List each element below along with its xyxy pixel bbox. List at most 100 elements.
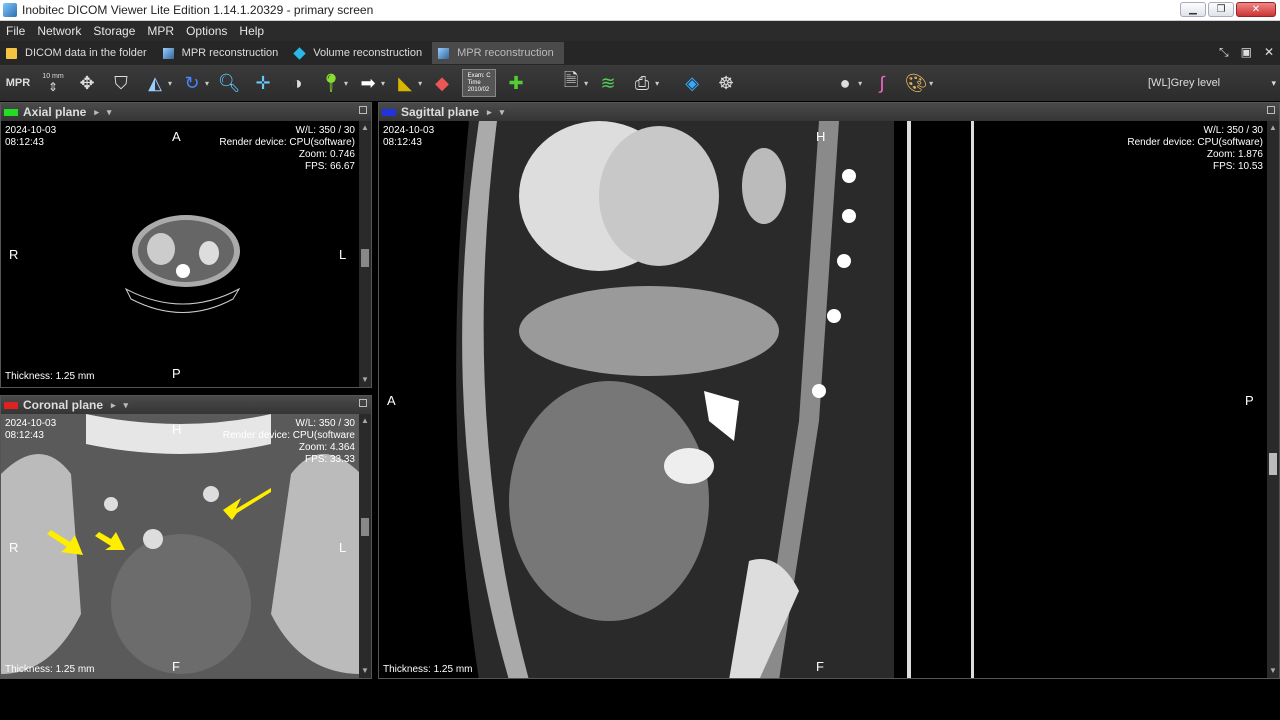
sagittal-title: Sagittal plane xyxy=(401,105,480,119)
sagittal-orient-right: P xyxy=(1245,393,1254,408)
mpr-mode-button[interactable]: MPR xyxy=(3,69,33,97)
menu-network[interactable]: Network xyxy=(31,24,87,38)
tab-label: MPR reconstruction xyxy=(181,47,279,59)
play-icon[interactable]: ▸ xyxy=(487,107,492,118)
coronal-orient-left: R xyxy=(9,540,19,555)
volume-icon xyxy=(293,46,306,60)
export-icon[interactable]: 🗎 xyxy=(557,69,585,97)
sagittal-orient-bottom: F xyxy=(816,659,824,674)
cube-icon[interactable]: ◈ xyxy=(678,69,706,97)
coronal-orient-bottom: F xyxy=(172,659,180,674)
arrow-icon[interactable]: ➡ xyxy=(354,69,382,97)
rotate-icon[interactable]: ↻ xyxy=(178,69,206,97)
curve-icon[interactable]: ∫ xyxy=(868,69,896,97)
sagittal-orient-left: A xyxy=(387,393,396,408)
axial-panel: Axial plane ▸ ▾ 2024-10-03 08:12:43 W/L: … xyxy=(0,102,372,388)
contrast-icon[interactable]: ◑ xyxy=(283,69,311,97)
tab-label: DICOM data in the folder xyxy=(25,47,147,59)
pan-icon[interactable]: ✛ xyxy=(249,69,277,97)
sagittal-thickness: Thickness: 1.25 mm xyxy=(383,664,473,675)
menu-mpr[interactable]: MPR xyxy=(141,24,180,38)
maximize-icon[interactable]: ▣ xyxy=(1241,45,1252,60)
minimize-button[interactable]: ▁ xyxy=(1180,2,1206,17)
marker-icon[interactable]: 📍︎ xyxy=(317,69,345,97)
coronal-panel: Coronal plane ▸ ▾ 2024-10-03 08:12:43 W/L… xyxy=(0,395,372,679)
play-icon[interactable]: ▸ xyxy=(111,400,116,411)
tab-mpr-reconstruction-1[interactable]: MPR reconstruction xyxy=(157,42,289,64)
puzzle-icon[interactable]: ✚ xyxy=(502,69,530,97)
tab-dicom-folder[interactable]: DICOM data in the folder xyxy=(0,42,157,64)
palette-icon[interactable]: 🎨︎ xyxy=(902,69,930,97)
menu-options[interactable]: Options xyxy=(180,24,233,38)
axial-datetime: 2024-10-03 08:12:43 xyxy=(5,125,57,148)
axial-orient-left: R xyxy=(9,247,19,262)
mpr-icon xyxy=(162,47,174,59)
coronal-orient-right: L xyxy=(339,540,347,555)
sagittal-viewport[interactable]: 2024-10-03 08:12:43 W/L: 350 / 30 Render d… xyxy=(379,121,1267,678)
crosshair-3d-icon[interactable]: ✥ xyxy=(73,69,101,97)
window-title: Inobitec DICOM Viewer Lite Edition 1.14.… xyxy=(22,3,374,17)
tab-mpr-reconstruction-2[interactable]: MPR reconstruction xyxy=(432,42,564,64)
sphere-icon[interactable]: ● xyxy=(831,69,859,97)
tab-label: Volume reconstruction xyxy=(313,47,423,59)
sagittal-info: W/L: 350 / 30 Render device: CPU(software… xyxy=(1127,125,1263,172)
chevron-down-icon[interactable]: ▾ xyxy=(107,107,112,118)
play-icon[interactable]: ▸ xyxy=(94,107,99,118)
axial-header: Axial plane ▸ ▾ xyxy=(1,103,371,121)
sagittal-scrollbar[interactable]: ▲ ▼ xyxy=(1267,121,1279,678)
close-button[interactable]: ✕ xyxy=(1236,2,1276,17)
flip-icon[interactable]: ◭ xyxy=(141,69,169,97)
ruler-icon[interactable]: ◣ xyxy=(391,69,419,97)
app-window: Inobitec DICOM Viewer Lite Edition 1.14.… xyxy=(0,0,1280,720)
maximize-icon[interactable] xyxy=(359,399,367,407)
slab-thickness-button[interactable]: 10 mm ⇕ xyxy=(39,69,67,97)
eraser-icon[interactable]: ◆ xyxy=(428,69,456,97)
chevron-down-icon[interactable]: ▾ xyxy=(500,107,505,118)
restore-button[interactable]: ❐ xyxy=(1208,2,1234,17)
coronal-orient-top: H xyxy=(172,422,182,437)
exam-info-button[interactable]: Exam: C Time 2010/02 xyxy=(462,69,497,97)
axial-orient-bottom: P xyxy=(172,366,181,381)
axial-scrollbar[interactable]: ▲ ▼ xyxy=(359,121,371,387)
menu-bar: File Network Storage MPR Options Help xyxy=(0,21,1280,41)
axial-orient-top: A xyxy=(172,129,181,144)
coronal-scrollbar[interactable]: ▲ ▼ xyxy=(359,414,371,678)
print-icon[interactable]: ⎙ xyxy=(628,69,656,97)
coronal-viewport[interactable]: 2024-10-03 08:12:43 W/L: 350 / 30 Render d… xyxy=(1,414,359,678)
close-tab-icon[interactable]: ✕ xyxy=(1264,45,1274,60)
sagittal-color-swatch xyxy=(382,108,396,116)
menu-help[interactable]: Help xyxy=(233,24,270,38)
brain-icon[interactable]: ☸ xyxy=(712,69,740,97)
coronal-datetime: 2024-10-03 08:12:43 xyxy=(5,418,57,441)
expand-icon[interactable]: ⤡ xyxy=(1219,45,1229,60)
tab-label: MPR reconstruction xyxy=(457,47,554,59)
axial-thickness: Thickness: 1.25 mm xyxy=(5,371,95,382)
folder-icon xyxy=(6,47,17,59)
axial-color-swatch xyxy=(4,108,18,116)
sagittal-orient-top: H xyxy=(816,129,826,144)
menu-storage[interactable]: Storage xyxy=(87,24,141,38)
sagittal-header: Sagittal plane ▸ ▾ xyxy=(379,103,1279,121)
axial-orient-right: L xyxy=(339,247,347,262)
toolbar: MPR 10 mm ⇕ ✥ ⛉ ◭ ▾ ↻ ▾ 🔍︎ ✛ ◑ 📍︎ ▾ ➡ ▾ ◣ ▾ ◆ … xyxy=(0,65,1280,101)
axial-title: Axial plane xyxy=(23,105,87,119)
maximize-icon[interactable] xyxy=(359,106,367,114)
chevron-down-icon[interactable]: ▾ xyxy=(124,400,129,411)
menu-file[interactable]: File xyxy=(0,24,31,38)
mpr-icon xyxy=(438,47,450,59)
app-icon xyxy=(3,3,17,17)
coronal-header: Coronal plane ▸ ▾ xyxy=(1,396,371,414)
coronal-title: Coronal plane xyxy=(23,398,104,412)
title-bar: Inobitec DICOM Viewer Lite Edition 1.14.… xyxy=(0,0,1280,21)
tab-bar: DICOM data in the folder MPR reconstruct… xyxy=(0,41,1280,65)
sagittal-panel: Sagittal plane ▸ ▾ 2024-10-03 08:12:43 W… xyxy=(378,102,1280,679)
axial-info: W/L: 350 / 30 Render device: CPU(software… xyxy=(219,125,355,172)
wl-preset-select[interactable]: [WL]Grey level ▾ xyxy=(1148,73,1276,93)
layers-icon[interactable]: ≋ xyxy=(594,69,622,97)
tab-volume-reconstruction[interactable]: Volume reconstruction xyxy=(288,42,432,64)
shield-icon[interactable]: ⛉ xyxy=(107,69,135,97)
maximize-icon[interactable] xyxy=(1267,106,1275,114)
zoom-icon[interactable]: 🔍︎ xyxy=(215,69,243,97)
axial-viewport[interactable]: 2024-10-03 08:12:43 W/L: 350 / 30 Render d… xyxy=(1,121,359,387)
coronal-color-swatch xyxy=(4,401,18,409)
